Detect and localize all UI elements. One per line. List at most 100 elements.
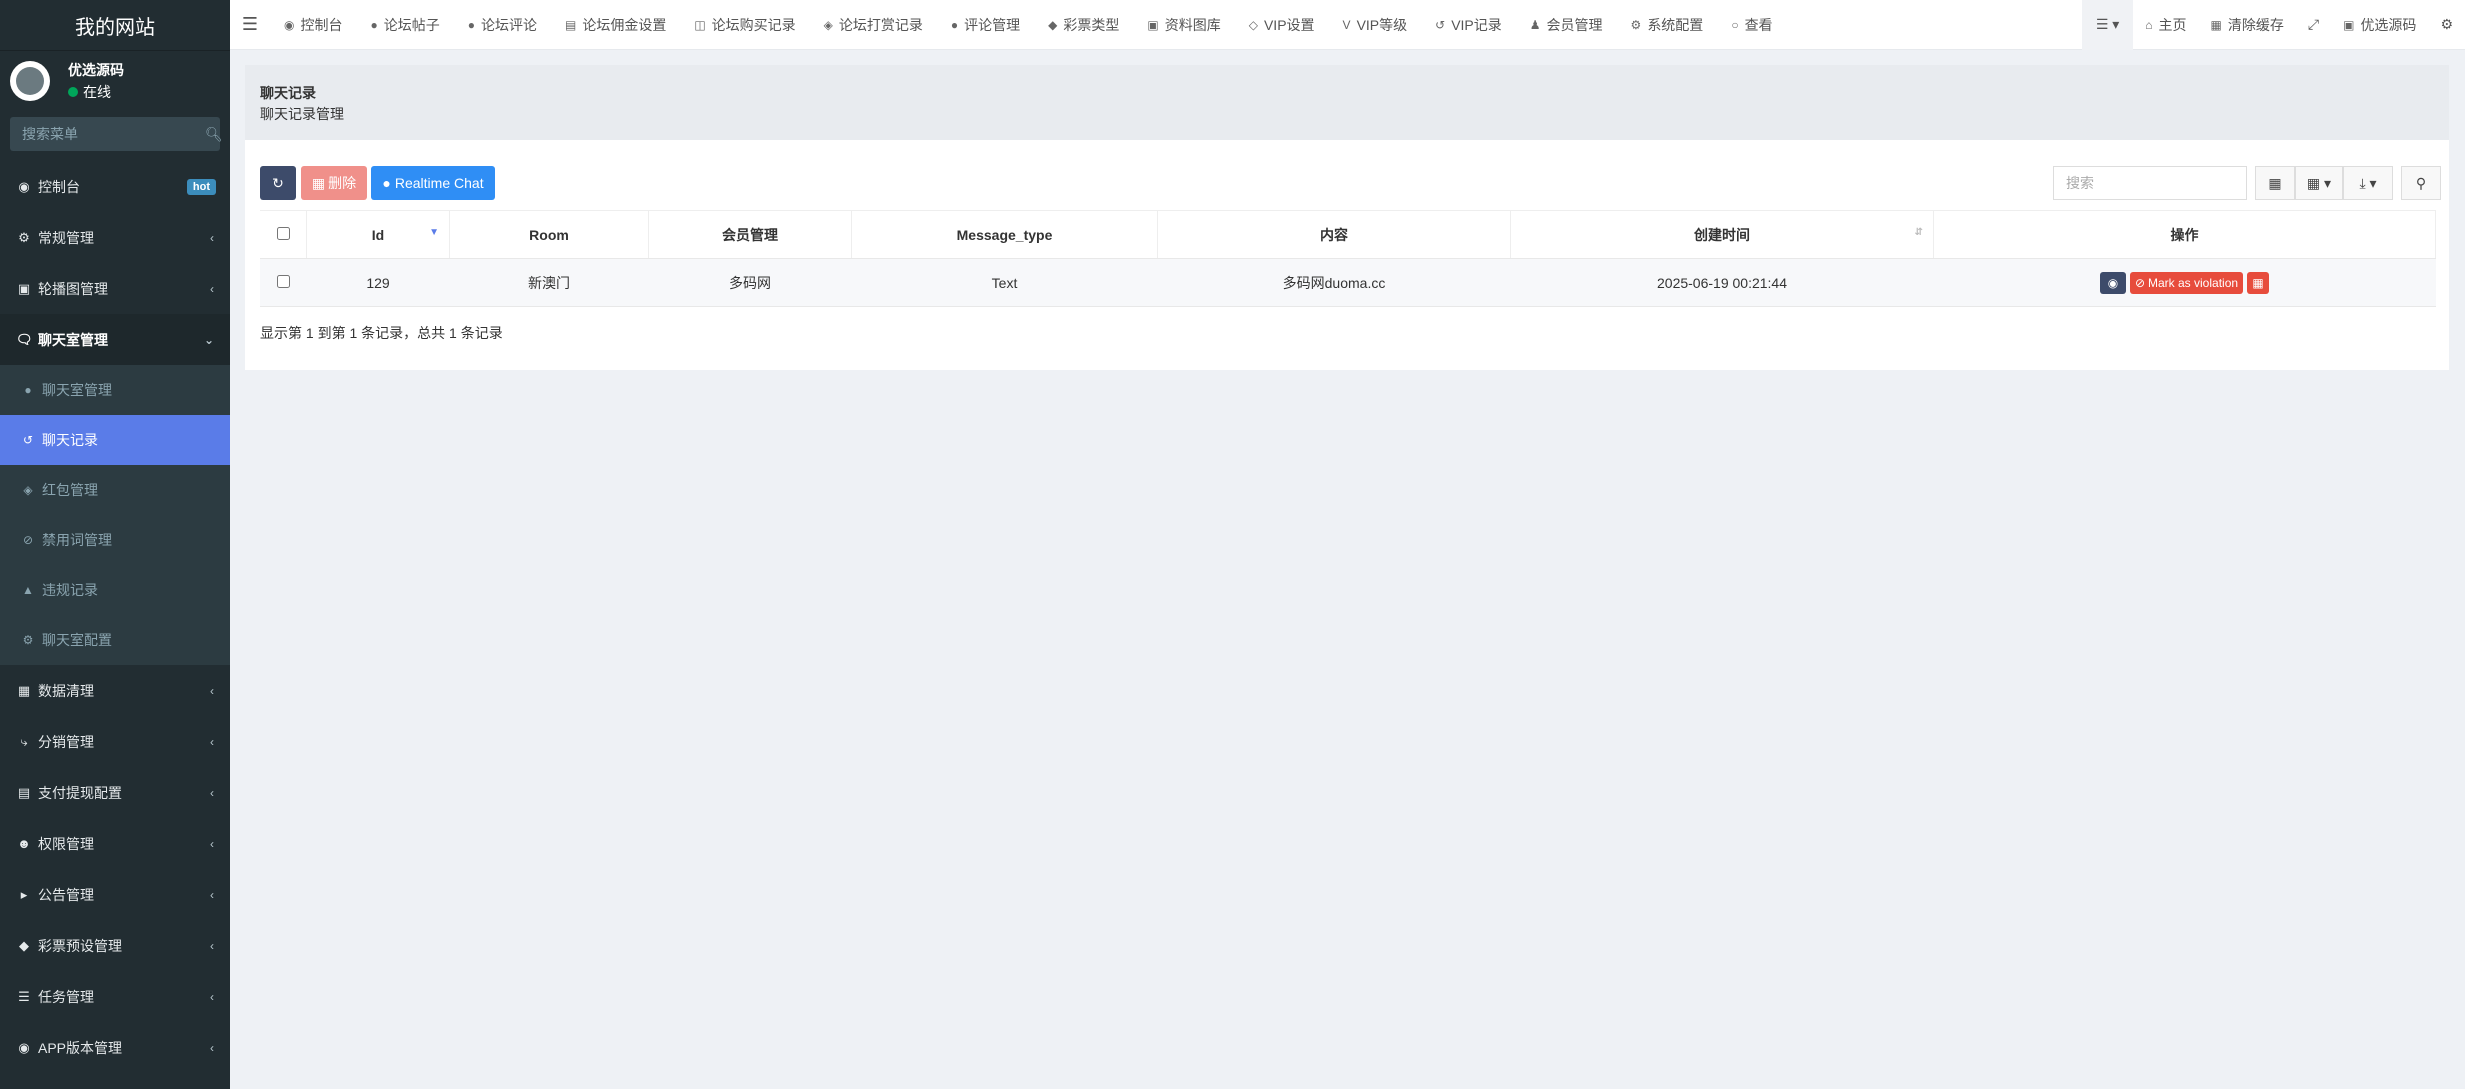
ban-icon: ⊘ <box>22 533 34 547</box>
user-icon: ♟ <box>1529 17 1541 32</box>
chevron-left-icon: ‹ <box>210 836 214 851</box>
top-nav-vip-records[interactable]: ↺ VIP记录 <box>1421 0 1516 50</box>
column-header-created[interactable]: 创建时间 ⇵ <box>1510 210 1934 259</box>
table-search-input[interactable] <box>2053 166 2247 200</box>
row-delete-button[interactable]: ▦ <box>2247 271 2270 294</box>
settings-gear-button[interactable]: ⚙ <box>2428 0 2465 50</box>
gear-icon: ⚙ <box>2440 16 2453 32</box>
sidebar-item-app-version[interactable]: ◉ APP版本管理 ‹ <box>0 1022 230 1073</box>
cell-room: 新澳门 <box>449 258 649 307</box>
top-nav-view[interactable]: ○ 查看 <box>1717 0 1786 50</box>
row-checkbox[interactable] <box>276 274 290 288</box>
sort-desc-icon: ▼ <box>429 227 439 238</box>
realtime-chat-button[interactable]: ● Realtime Chat <box>371 166 495 200</box>
export-dropdown-button[interactable]: ⤓ ▾ <box>2343 166 2393 200</box>
avatar <box>10 61 50 101</box>
top-nav-forum-tips[interactable]: ◈ 论坛打赏记录 <box>810 0 937 50</box>
cell-id: 129 <box>306 258 450 307</box>
table-toolbar: ↻ ▦删除 ●Realtime Chat ▦ ▦ ▾ ⤓ ▾ ⚲ <box>245 140 2449 210</box>
sidebar-item-announcements[interactable]: ▸ 公告管理 ‹ <box>0 869 230 920</box>
search-icon[interactable]: 🔍︎ <box>205 126 223 143</box>
top-nav-lottery-types[interactable]: ◆ 彩票类型 <box>1034 0 1133 50</box>
cog-icon: ⚙ <box>1630 17 1642 32</box>
export-icon: ⤓ ▾ <box>2359 174 2377 191</box>
sidebar-subitem-chat-records[interactable]: ↺ 聊天记录 <box>0 415 230 465</box>
ban-icon: ⊘ <box>2134 275 2145 290</box>
sidebar-subitem-banned-words[interactable]: ⊘ 禁用词管理 <box>0 515 230 565</box>
list-icon: ☰ ▾ <box>2095 16 2120 32</box>
online-status: 在线 <box>68 81 124 103</box>
top-nav-comment-manage[interactable]: ● 评论管理 <box>937 0 1034 50</box>
column-header-member: 会员管理 <box>648 210 852 259</box>
column-header-room: Room <box>449 210 649 259</box>
brand-logo[interactable]: 我的网站 <box>0 0 230 51</box>
fullscreen-button[interactable]: ⤢ <box>2296 0 2331 50</box>
select-all-checkbox[interactable] <box>276 226 290 240</box>
chevron-left-icon: ‹ <box>210 887 214 902</box>
top-nav-system-config[interactable]: ⚙ 系统配置 <box>1617 0 1718 50</box>
comments-icon: ● <box>950 17 959 32</box>
top-nav-vip-levels[interactable]: V VIP等级 <box>1329 0 1422 50</box>
delete-button[interactable]: ▦ 删除 <box>301 166 367 200</box>
top-nav-forum-comments[interactable]: ● 论坛评论 <box>454 0 551 50</box>
sidebar-item-dashboard[interactable]: ◉ 控制台 hot <box>0 161 230 212</box>
trash-icon: ▦ <box>2210 17 2222 32</box>
sidebar-item-chatroom[interactable]: 🗨︎ 聊天室管理 ⌄ <box>0 314 230 365</box>
trash-icon: ▦ <box>311 174 326 191</box>
sidebar-item-distribution[interactable]: ⤷ 分销管理 ‹ <box>0 716 230 767</box>
sidebar-search-input[interactable] <box>20 125 205 143</box>
tasks-icon: ☰ <box>18 988 30 1004</box>
android-icon: ◉ <box>18 1039 30 1055</box>
top-nav-members[interactable]: ♟ 会员管理 <box>1516 0 1617 50</box>
chevron-left-icon: ‹ <box>210 989 214 1004</box>
sidebar-subitem-red-packet[interactable]: ◈ 红包管理 <box>0 465 230 515</box>
cell-content: 多码网duoma.cc <box>1157 258 1511 307</box>
top-nav-vip-settings[interactable]: ◇ VIP设置 <box>1235 0 1329 50</box>
chatroom-submenu: ● 聊天室管理 ↺ 聊天记录 ◈ 红包管理 ⊘ 禁用词管理 ▲ 违规记录 ⚙ 聊… <box>0 365 230 665</box>
top-nav-forum-commission[interactable]: ▤ 论坛佣金设置 <box>551 0 680 50</box>
main-content: 聊天记录 聊天记录管理 ↻ ▦删除 ●Realtime Chat ▦ ▦ ▾ ⤓… <box>230 50 2465 1089</box>
top-nav-forum-purchases[interactable]: ◫ 论坛购买记录 <box>680 0 809 50</box>
money-icon: ▤ <box>17 784 31 800</box>
sidebar-item-tasks[interactable]: ☰ 任务管理 ‹ <box>0 971 230 1022</box>
share-icon: ⤷ <box>20 733 28 749</box>
sidebar-subitem-chatroom-manage[interactable]: ● 聊天室管理 <box>0 365 230 415</box>
sidebar-subitem-chatroom-config[interactable]: ⚙ 聊天室配置 <box>0 615 230 665</box>
select-all-cell <box>260 210 307 259</box>
refresh-icon: ↻ <box>272 174 284 191</box>
top-nav-gallery[interactable]: ▣ 资料图库 <box>1133 0 1234 50</box>
search-icon: ⚲ <box>2415 174 2427 191</box>
sidebar-item-payment[interactable]: ▤ 支付提现配置 ‹ <box>0 767 230 818</box>
sidebar-item-carousel[interactable]: ▣ 轮播图管理 ‹ <box>0 263 230 314</box>
cogs-icon: ⚙ <box>22 633 34 647</box>
status-dot-icon <box>68 87 78 97</box>
table-icon: ▦ <box>2268 174 2282 191</box>
dashboard-icon: ◉ <box>284 17 295 32</box>
clear-cache-button[interactable]: ▦ 清除缓存 <box>2199 0 2296 50</box>
sidebar-item-permissions[interactable]: ☻ 权限管理 ‹ <box>0 818 230 869</box>
tab-list-dropdown-button[interactable]: ☰ ▾ <box>2081 0 2134 50</box>
home-link[interactable]: ⌂ 主页 <box>2133 0 2198 50</box>
mark-violation-button[interactable]: ⊘ Mark as violation <box>2129 271 2244 294</box>
column-header-id[interactable]: Id ▼ <box>306 210 450 259</box>
top-nav-forum-posts[interactable]: ● 论坛帖子 <box>356 0 453 50</box>
gift-icon: ◈ <box>23 483 33 497</box>
sidebar-item-general[interactable]: ⚙ 常规管理 ‹ <box>0 212 230 263</box>
panel-header: 聊天记录 聊天记录管理 <box>245 65 2449 140</box>
view-button[interactable]: ◉ <box>2099 271 2126 294</box>
sidebar-subitem-violations[interactable]: ▲ 违规记录 <box>0 565 230 615</box>
chevron-left-icon: ‹ <box>210 938 214 953</box>
column-header-message-type: Message_type <box>851 210 1158 259</box>
money-icon: ▤ <box>564 17 577 32</box>
sidebar-item-lottery-preset[interactable]: ◆ 彩票预设管理 ‹ <box>0 920 230 971</box>
toggle-view-button[interactable]: ▦ <box>2255 166 2295 200</box>
top-nav-dashboard[interactable]: ◉ 控制台 <box>270 0 356 50</box>
advanced-search-button[interactable]: ⚲ <box>2401 166 2441 200</box>
admin-profile-menu[interactable]: ▣ 优选源码 <box>2331 0 2428 50</box>
sidebar: 我的网站 优选源码 在线 🔍︎ ◉ 控制台 hot ⚙ 常规管理 ‹ ▣ 轮播图… <box>0 0 230 1089</box>
refresh-button[interactable]: ↻ <box>260 166 296 200</box>
user-panel: 优选源码 在线 <box>0 51 230 111</box>
sidebar-toggle-icon[interactable]: ☰ <box>230 14 270 35</box>
columns-dropdown-button[interactable]: ▦ ▾ <box>2295 166 2343 200</box>
sidebar-item-data-cleanup[interactable]: ▦ 数据清理 ‹ <box>0 665 230 716</box>
